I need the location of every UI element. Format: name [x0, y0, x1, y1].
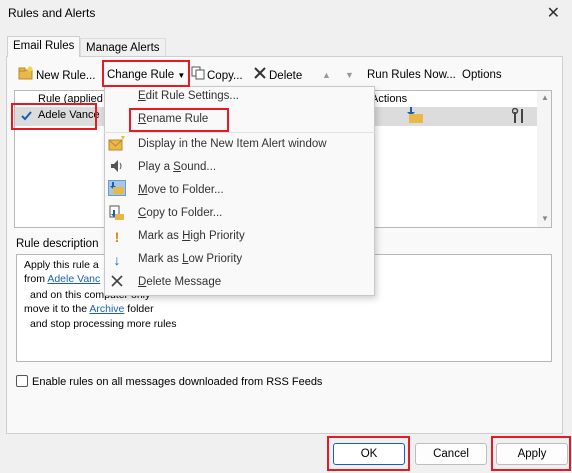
menu-item-mark-low-priority[interactable]: Mark as Low Priority	[138, 253, 242, 265]
rss-rules-label: Enable rules on all messages downloaded …	[32, 376, 323, 388]
menu-item-copy-to-folder[interactable]: Copy to Folder...	[138, 207, 222, 219]
title-bar: Rules and Alerts ✕	[0, 0, 572, 28]
move-up-icon[interactable]: ▲	[322, 66, 331, 84]
rule-description-label: Rule description	[16, 238, 99, 250]
change-rule-label: Change Rule	[107, 69, 175, 81]
menu-separator	[104, 132, 375, 133]
new-rule-icon	[18, 66, 34, 86]
copy-folder-icon	[108, 205, 126, 221]
description-text: from	[24, 273, 48, 285]
rule-name: Adele Vance	[38, 109, 100, 121]
description-line: move it to the Archive folder	[24, 303, 154, 315]
down-arrow-icon: ↓	[113, 252, 121, 268]
ok-button[interactable]: OK	[333, 443, 405, 465]
menu-item-display-alert[interactable]: Display in the New Item Alert window	[138, 138, 327, 150]
speaker-icon	[108, 159, 126, 175]
tools-icon	[511, 107, 526, 127]
rules-list-scrollbar[interactable]	[537, 91, 551, 227]
cancel-button[interactable]: Cancel	[415, 443, 487, 465]
delete-icon	[253, 66, 267, 86]
checkbox-box[interactable]	[16, 375, 28, 387]
description-line: and stop processing more rules	[30, 318, 177, 330]
scroll-up-icon[interactable]: ▲	[541, 93, 549, 102]
x-icon	[108, 274, 126, 290]
rss-rules-checkbox[interactable]: Enable rules on all messages downloaded …	[16, 375, 322, 388]
new-rule-button[interactable]: New Rule...	[18, 66, 95, 84]
options-button[interactable]: Options	[462, 66, 502, 84]
copy-icon	[191, 66, 205, 86]
apply-button[interactable]: Apply	[496, 443, 568, 465]
move-down-icon[interactable]: ▼	[345, 66, 354, 84]
delete-label: Delete	[269, 70, 303, 83]
action-move-folder-icon	[404, 106, 424, 127]
tab-manage-alerts[interactable]: Manage Alerts	[80, 38, 166, 58]
description-text: move it to the	[24, 303, 90, 315]
menu-item-move-to-folder[interactable]: Move to Folder...	[138, 184, 224, 196]
column-header-rule[interactable]: Rule (applied	[38, 91, 103, 107]
checkmark-icon	[21, 111, 32, 121]
exclamation-icon: !	[114, 229, 120, 245]
tab-email-rules[interactable]: Email Rules	[7, 36, 81, 57]
sender-link[interactable]: Adele Vanc	[47, 273, 100, 285]
change-rule-button[interactable]: Change Rule ▼	[107, 66, 185, 84]
window-title: Rules and Alerts	[8, 6, 96, 20]
close-icon[interactable]: ✕	[547, 3, 560, 23]
description-line: Apply this rule a	[24, 259, 99, 271]
description-line: from Adele Vanc	[24, 273, 100, 285]
menu-item-play-sound[interactable]: Play a Sound...	[138, 161, 216, 173]
column-header-actions[interactable]: Actions	[371, 91, 407, 107]
copy-label: Copy...	[207, 70, 243, 83]
description-text: folder	[124, 303, 154, 315]
run-rules-now-button[interactable]: Run Rules Now...	[367, 66, 456, 84]
folder-link[interactable]: Archive	[89, 303, 124, 315]
copy-button[interactable]: Copy...	[191, 66, 243, 84]
move-folder-icon	[108, 180, 126, 196]
menu-item-mark-high-priority[interactable]: Mark as High Priority	[138, 230, 245, 242]
new-rule-label: New Rule...	[36, 70, 96, 83]
delete-button[interactable]: Delete	[253, 66, 302, 84]
scroll-down-icon[interactable]: ▼	[541, 214, 549, 223]
menu-item-edit-rule-settings[interactable]: Edit Rule Settings...	[138, 90, 239, 102]
dropdown-arrow-icon: ▼	[177, 71, 186, 80]
rule-checkbox[interactable]	[20, 109, 33, 122]
menu-item-rename-rule[interactable]: Rename Rule	[138, 113, 208, 125]
menu-item-delete-message[interactable]: Delete Message	[138, 276, 221, 288]
alert-envelope-icon	[108, 136, 126, 152]
